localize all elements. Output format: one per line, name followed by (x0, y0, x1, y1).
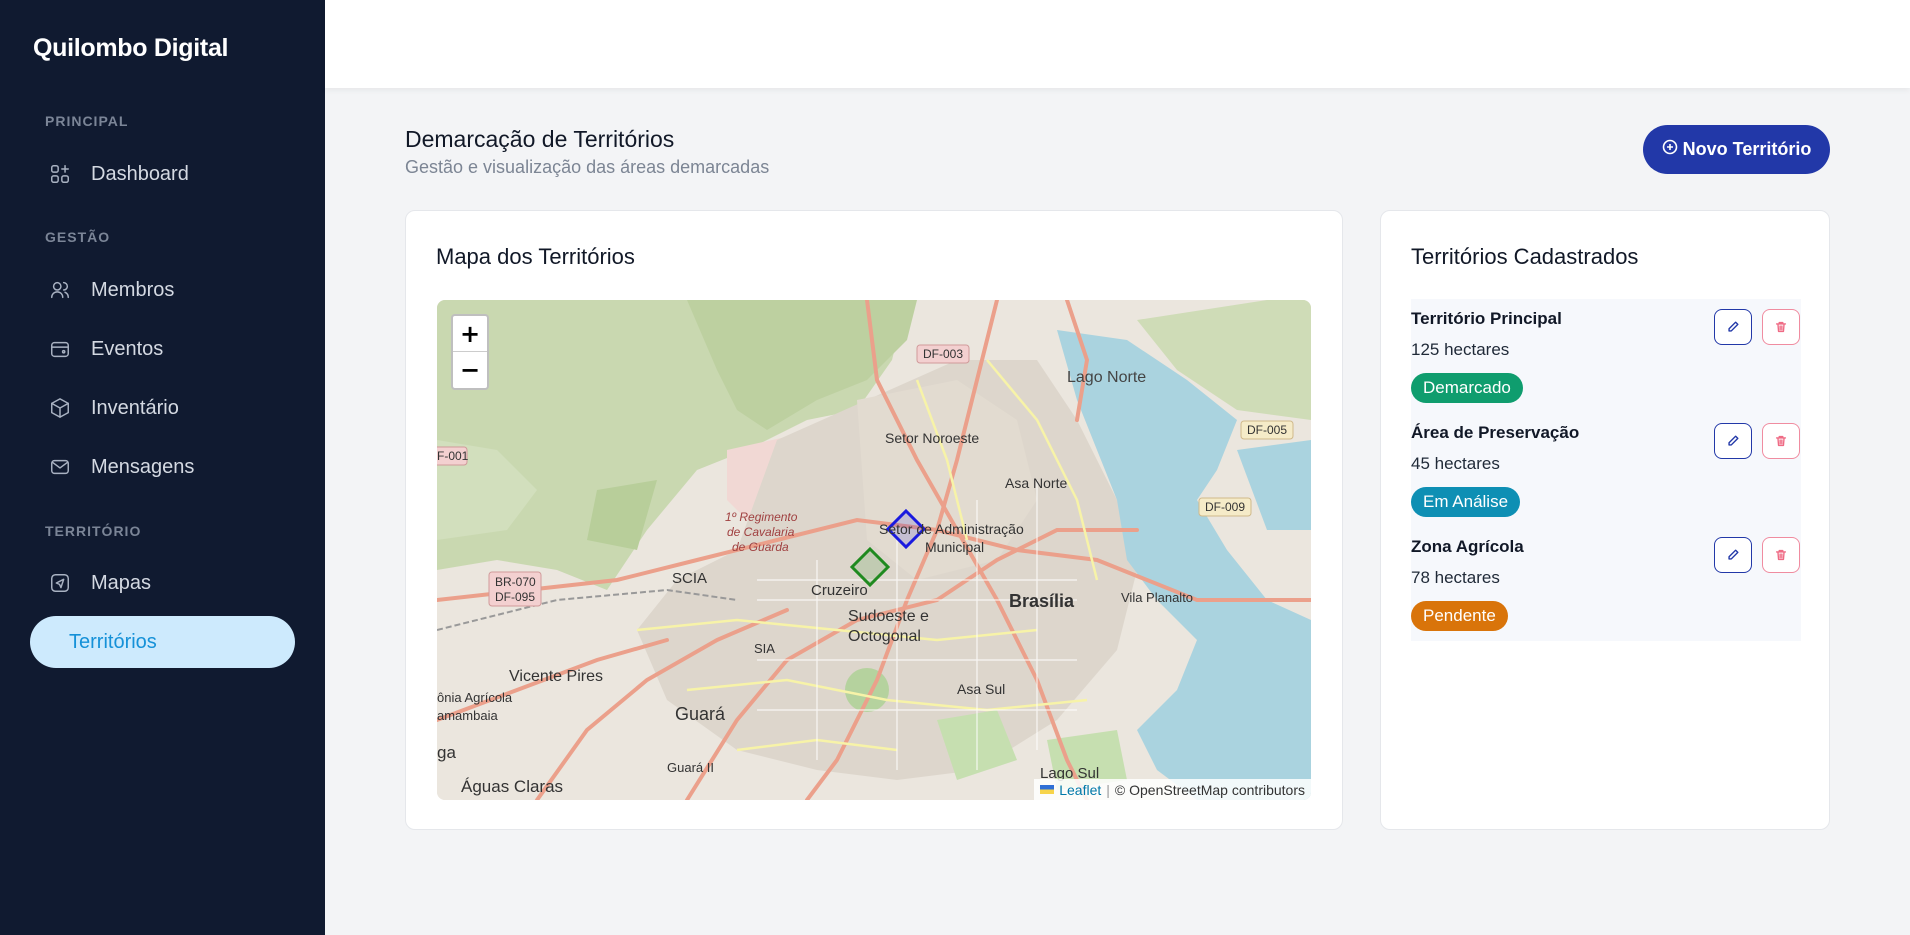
new-territory-button[interactable]: Novo Território (1643, 125, 1830, 174)
box-icon (48, 396, 72, 420)
sidebar-item-inventario[interactable]: Inventário (30, 382, 295, 434)
section-label-principal: PRINCIPAL (45, 113, 129, 129)
map-label: F-001 (437, 449, 469, 463)
map-label: Sudoeste e (848, 608, 929, 625)
users-icon (48, 278, 72, 302)
sidebar-item-territorios[interactable]: Territórios (30, 616, 295, 668)
list-card-title: Territórios Cadastrados (1411, 244, 1639, 269)
attribution-separator: | (1106, 781, 1110, 798)
map-label: Asa Norte (1005, 475, 1067, 491)
map-label: DF-003 (923, 347, 963, 361)
territory-name: Território Principal (1411, 309, 1562, 328)
territory-area: 45 hectares (1411, 454, 1500, 473)
map-label: Vicente Pires (509, 668, 603, 685)
section-label-territorio: TERRITÓRIO (45, 523, 142, 539)
sidebar-item-eventos[interactable]: Eventos (30, 323, 295, 375)
map-label: Guará (675, 704, 726, 724)
ukraine-flag-icon (1040, 785, 1055, 794)
map-label: BR-070 (495, 575, 536, 589)
zoom-in-button[interactable]: + (453, 316, 487, 352)
page-subtitle: Gestão e visualização das áreas demarcad… (405, 157, 770, 177)
sidebar-item-mapas[interactable]: Mapas (30, 557, 295, 609)
new-territory-label: Novo Território (1682, 139, 1812, 159)
zoom-control: + − (451, 314, 489, 390)
sidebar-item-label: Eventos (91, 337, 164, 360)
map-label: Guará II (667, 760, 714, 775)
status-badge: Pendente (1411, 601, 1508, 631)
map-label: ga (437, 743, 456, 762)
map-label: Brasília (1009, 591, 1075, 611)
delete-button[interactable] (1762, 423, 1800, 459)
sidebar-item-dashboard[interactable]: Dashboard (30, 148, 295, 200)
sidebar-item-mensagens[interactable]: Mensagens (30, 441, 295, 493)
map-card: Mapa dos Territórios DF-003 Lago Norte D… (405, 210, 1343, 830)
sidebar-item-membros[interactable]: Membros (30, 264, 295, 316)
map-attribution: Leaflet | © OpenStreetMap contributors (1034, 779, 1311, 800)
trash-icon (1775, 435, 1787, 447)
edit-button[interactable] (1714, 423, 1752, 459)
mail-icon (48, 455, 72, 479)
attribution-text: © OpenStreetMap contributors (1114, 781, 1305, 798)
plus-circle-icon (1662, 139, 1678, 155)
list-item: Território Principal 125 hectares Demarc… (1411, 299, 1801, 413)
map-label: SCIA (672, 570, 707, 587)
map-label: Lago Norte (1067, 369, 1146, 386)
sidebar-item-label: Inventário (91, 396, 179, 419)
status-badge: Em Análise (1411, 487, 1521, 517)
map-label: Municipal (925, 539, 984, 555)
map-label: DF-095 (495, 590, 535, 604)
territory-area: 125 hectares (1411, 340, 1510, 359)
map-label: Cruzeiro (811, 582, 868, 599)
sidebar-item-label: Mapas (91, 571, 152, 594)
edit-button[interactable] (1714, 537, 1752, 573)
sidebar-item-label: Membros (91, 278, 175, 301)
map-tiles: DF-003 Lago Norte DF-005 F-001 Setor Nor… (437, 300, 1311, 800)
territory-map[interactable]: DF-003 Lago Norte DF-005 F-001 Setor Nor… (437, 300, 1311, 800)
pencil-icon (1728, 435, 1739, 446)
sidebar: Quilombo Digital PRINCIPAL Dashboard GES… (0, 0, 325, 935)
map-label: de Cavalaria (727, 525, 795, 539)
territory-name: Zona Agrícola (1411, 537, 1524, 556)
delete-button[interactable] (1762, 537, 1800, 573)
map-card-title: Mapa dos Territórios (436, 244, 635, 269)
map-label: ônia Agrícola (437, 690, 513, 705)
map-label: DF-009 (1205, 500, 1245, 514)
leaflet-link[interactable]: Leaflet (1059, 782, 1101, 798)
territory-area: 78 hectares (1411, 568, 1500, 587)
pencil-icon (1728, 549, 1739, 560)
map-label: Águas Claras (461, 777, 563, 796)
territory-name: Área de Preservação (1411, 423, 1580, 442)
map-label: Octogonal (848, 628, 921, 645)
section-label-gestao: GESTÃO (45, 229, 111, 245)
map-label: Setor Noroeste (885, 430, 979, 446)
list-item: Zona Agrícola 78 hectares Pendente (1411, 527, 1801, 641)
page-title: Demarcação de Territórios (405, 126, 675, 152)
dashboard-icon (48, 162, 72, 186)
map-label: Setor de Administração (879, 521, 1024, 537)
trash-icon (1775, 549, 1787, 561)
trash-icon (1775, 321, 1787, 333)
zoom-out-button[interactable]: − (453, 352, 487, 388)
pencil-icon (1728, 321, 1739, 332)
map-label: Asa Sul (957, 681, 1005, 697)
map-label: amambaia (437, 708, 498, 723)
sidebar-item-label: Mensagens (91, 455, 195, 478)
top-bar (325, 0, 1910, 88)
map-label: de Guarda (732, 540, 789, 554)
delete-button[interactable] (1762, 309, 1800, 345)
status-badge: Demarcado (1411, 373, 1523, 403)
map-label: Vila Planalto (1121, 590, 1193, 605)
map-icon (48, 571, 72, 595)
app-title: Quilombo Digital (33, 34, 229, 62)
map-label: 1º Regimento (725, 510, 798, 524)
territories-list-card: Territórios Cadastrados Território Princ… (1380, 210, 1830, 830)
map-label: SIA (754, 641, 775, 656)
sidebar-item-label: Territórios (69, 630, 157, 653)
edit-button[interactable] (1714, 309, 1752, 345)
calendar-icon (48, 337, 72, 361)
sidebar-item-label: Dashboard (91, 162, 189, 185)
list-item: Área de Preservação 45 hectares Em Análi… (1411, 413, 1801, 527)
map-label: DF-005 (1247, 423, 1287, 437)
